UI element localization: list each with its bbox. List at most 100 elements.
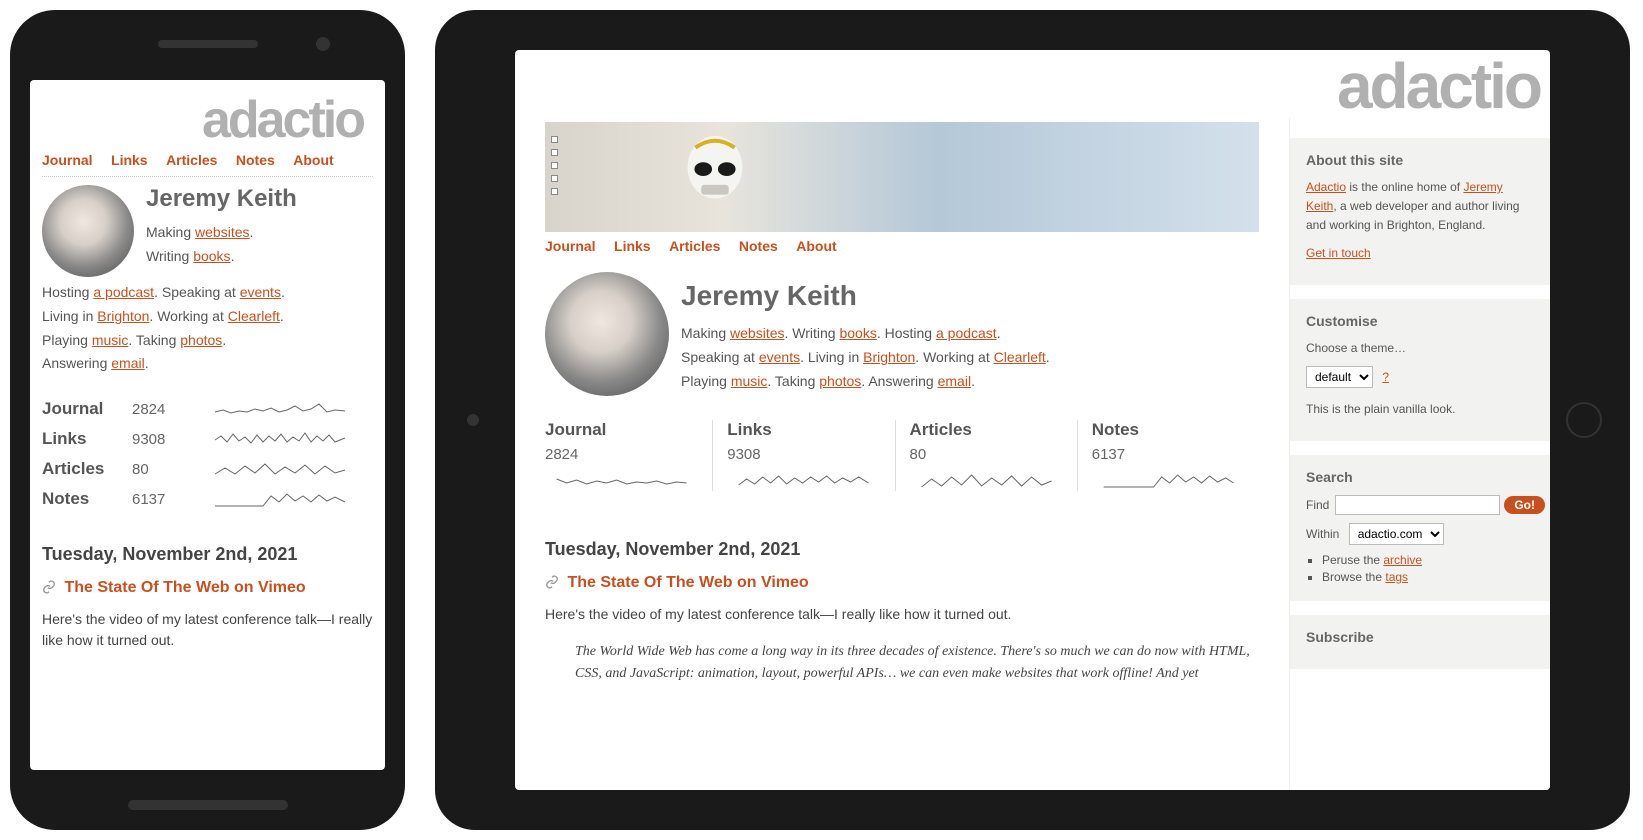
search-within-label: Within: [1306, 527, 1339, 541]
nav-notes[interactable]: Notes: [739, 238, 778, 254]
stat-journal[interactable]: Journal 2824: [42, 394, 373, 424]
theme-label: Choose a theme…: [1306, 341, 1406, 355]
link-clearleft[interactable]: Clearleft: [994, 349, 1046, 365]
link-books[interactable]: books: [193, 248, 230, 264]
link-archive[interactable]: archive: [1383, 553, 1422, 567]
primary-nav: Journal Links Articles Notes About: [42, 146, 373, 177]
theme-help-link[interactable]: ?: [1382, 370, 1389, 384]
sparkline-articles: [910, 469, 1063, 491]
primary-nav: Journal Links Articles Notes About: [545, 232, 1259, 262]
link-email[interactable]: email: [111, 355, 144, 371]
link-podcast[interactable]: a podcast: [93, 284, 154, 300]
link-clearleft[interactable]: Clearleft: [228, 308, 280, 324]
link-email[interactable]: email: [938, 373, 971, 389]
list-item: Peruse the archive: [1322, 553, 1534, 567]
post-date: Tuesday, November 2nd, 2021: [42, 544, 373, 565]
link-websites[interactable]: websites: [195, 224, 249, 240]
nav-journal[interactable]: Journal: [42, 152, 93, 168]
link-photos[interactable]: photos: [819, 373, 861, 389]
sparkline-journal: [545, 469, 698, 491]
bio-full: Making websites. Writing books. Hosting …: [681, 322, 1050, 393]
tablet-home-button: [1566, 402, 1602, 438]
site-logo[interactable]: adactio: [515, 50, 1550, 118]
post-title-link[interactable]: The State Of The Web on Vimeo: [567, 574, 808, 591]
tablet-camera: [467, 414, 479, 426]
list-item: Browse the tags: [1322, 570, 1534, 584]
sparkline-articles: [187, 458, 373, 480]
link-music[interactable]: music: [92, 332, 129, 348]
sparkline-journal: [187, 398, 373, 420]
search-find-label: Find: [1306, 498, 1329, 512]
search-title: Search: [1306, 469, 1534, 485]
sparkline-notes: [1092, 469, 1245, 491]
post-title-link[interactable]: The State Of The Web on Vimeo: [64, 579, 305, 596]
header-banner: [545, 122, 1259, 232]
theme-select[interactable]: default: [1306, 366, 1373, 388]
post-date: Tuesday, November 2nd, 2021: [545, 539, 1259, 560]
search-scope-select[interactable]: adactio.com: [1349, 523, 1444, 545]
phone-camera: [316, 37, 330, 51]
tablet-screen: adactio Journal Links Articles Notes Abo…: [515, 50, 1550, 790]
link-websites[interactable]: websites: [730, 325, 784, 341]
nav-articles[interactable]: Articles: [166, 152, 217, 168]
permalink-icon[interactable]: [42, 580, 56, 594]
author-name: Jeremy Keith: [146, 185, 297, 213]
post-excerpt: Here's the video of my latest conference…: [545, 604, 1259, 625]
bio-line-2: Writing books.: [146, 245, 297, 269]
site-logo[interactable]: adactio: [42, 90, 373, 146]
sidebar-search: Search Find Go! Within adactio.com Perus…: [1290, 455, 1550, 601]
stat-journal[interactable]: Journal 2824: [545, 420, 712, 491]
stat-articles[interactable]: Articles 80: [42, 454, 373, 484]
avatar: [545, 272, 669, 396]
link-brighton[interactable]: Brighton: [97, 308, 149, 324]
search-input[interactable]: [1335, 495, 1500, 515]
theme-desc: This is the plain vanilla look.: [1306, 400, 1534, 419]
stats: Journal 2824 Links 9308 Articles 80 Note…: [42, 394, 373, 514]
nav-journal[interactable]: Journal: [545, 238, 596, 254]
stat-links[interactable]: Links 9308: [712, 420, 894, 491]
avatar: [42, 185, 134, 277]
main-column: Journal Links Articles Notes About Jerem…: [515, 118, 1290, 790]
phone-screen: adactio Journal Links Articles Notes Abo…: [30, 80, 385, 770]
stats: Journal 2824 Links 9308 Articles 80: [545, 420, 1259, 491]
bio-rest: Hosting a podcast. Speaking at events. L…: [42, 281, 373, 376]
sparkline-links: [727, 469, 880, 491]
search-go-button[interactable]: Go!: [1504, 496, 1545, 514]
customise-title: Customise: [1306, 313, 1534, 329]
post-heading: The State Of The Web on Vimeo: [545, 574, 1259, 592]
stat-notes[interactable]: Notes 6137: [1077, 420, 1259, 491]
link-contact[interactable]: Get in touch: [1306, 246, 1371, 260]
link-events[interactable]: events: [240, 284, 281, 300]
sidebar-customise: Customise Choose a theme… default ? This…: [1290, 299, 1550, 441]
link-photos[interactable]: photos: [180, 332, 222, 348]
bio-line-1: Making websites.: [146, 221, 297, 245]
phone-speaker: [158, 40, 258, 48]
nav-about[interactable]: About: [293, 152, 333, 168]
link-books[interactable]: books: [839, 325, 876, 341]
phone-home-button: [128, 800, 288, 810]
link-podcast[interactable]: a podcast: [936, 325, 997, 341]
tablet-device-frame: adactio Journal Links Articles Notes Abo…: [435, 10, 1630, 830]
sparkline-notes: [187, 488, 373, 510]
permalink-icon[interactable]: [545, 575, 559, 589]
sidebar: About this site Adactio is the online ho…: [1290, 118, 1550, 790]
sparkline-links: [187, 428, 373, 450]
stat-links[interactable]: Links 9308: [42, 424, 373, 454]
nav-articles[interactable]: Articles: [669, 238, 720, 254]
link-events[interactable]: events: [759, 349, 800, 365]
subscribe-title: Subscribe: [1306, 629, 1534, 645]
banner-controls[interactable]: [551, 136, 558, 195]
link-adactio[interactable]: Adactio: [1306, 180, 1346, 194]
link-music[interactable]: music: [731, 373, 768, 389]
stat-notes[interactable]: Notes 6137: [42, 484, 373, 514]
link-tags[interactable]: tags: [1385, 570, 1408, 584]
author-name: Jeremy Keith: [681, 280, 1050, 312]
post-excerpt: Here's the video of my latest conference…: [42, 609, 373, 651]
nav-about[interactable]: About: [796, 238, 836, 254]
nav-links[interactable]: Links: [111, 152, 148, 168]
stat-articles[interactable]: Articles 80: [895, 420, 1077, 491]
link-brighton[interactable]: Brighton: [863, 349, 915, 365]
post-quote: The World Wide Web has come a long way i…: [575, 641, 1259, 686]
nav-notes[interactable]: Notes: [236, 152, 275, 168]
nav-links[interactable]: Links: [614, 238, 651, 254]
